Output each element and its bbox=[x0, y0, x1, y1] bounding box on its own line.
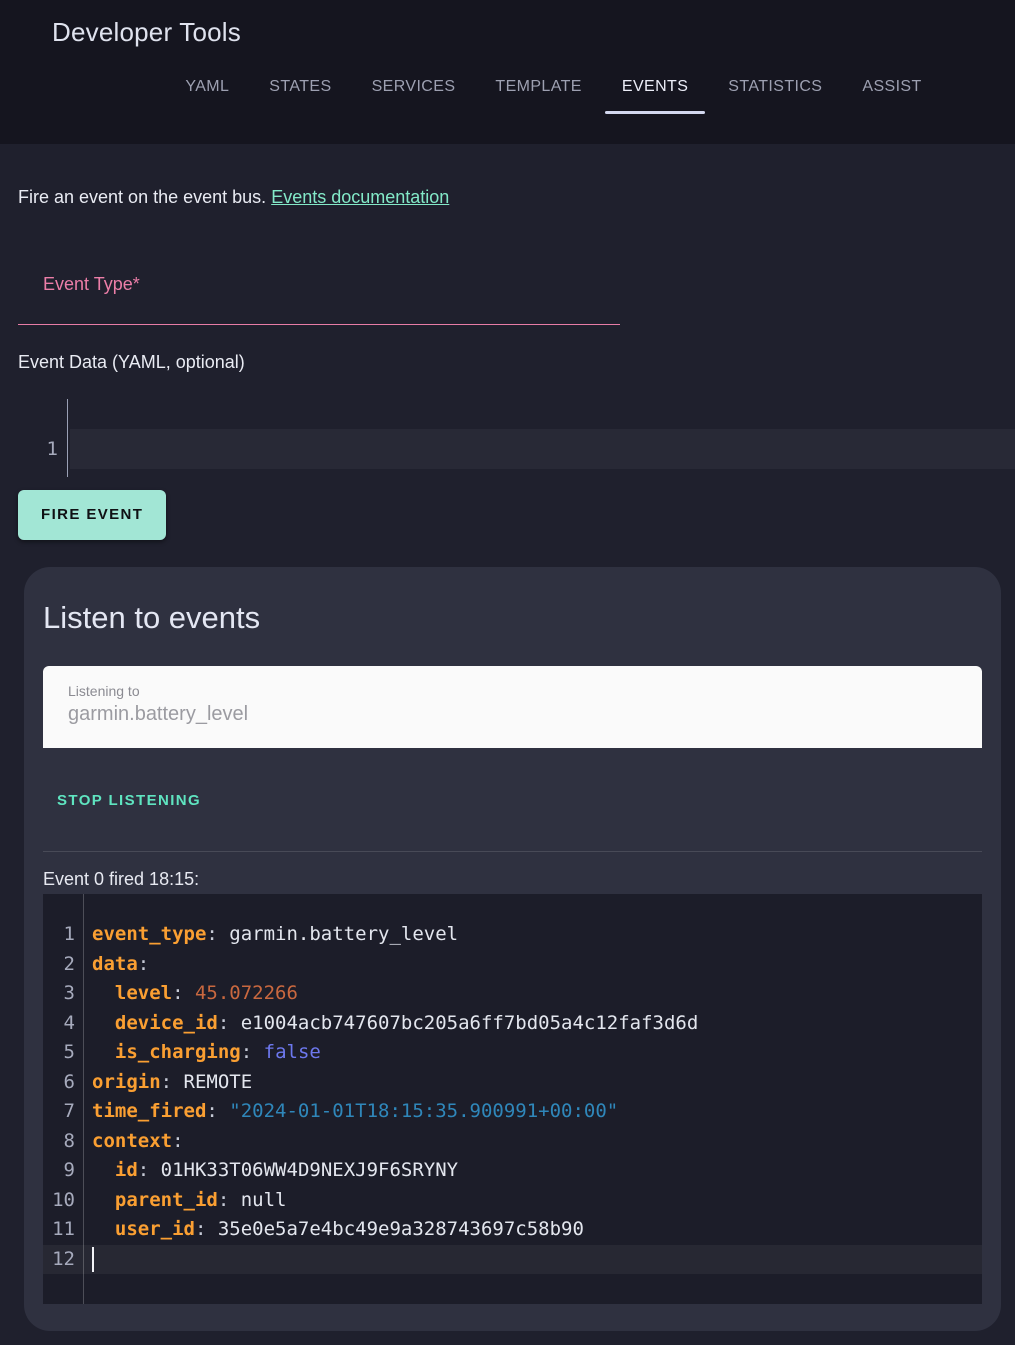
event-code-rows: 1event_type: garmin.battery_level2data:3… bbox=[43, 920, 982, 1274]
code-line-11: 11user_id: 35e0e5a7e4bc49e9a328743697c58… bbox=[43, 1215, 982, 1245]
tab-yaml[interactable]: YAML bbox=[168, 63, 246, 115]
code-line-number: 8 bbox=[43, 1127, 83, 1157]
code-line-number: 4 bbox=[43, 1009, 83, 1039]
fire-event-section: Fire an event on the event bus. Events d… bbox=[0, 144, 1015, 540]
tab-states[interactable]: STATES bbox=[252, 63, 348, 115]
code-line-number: 2 bbox=[43, 950, 83, 980]
tab-assist[interactable]: ASSIST bbox=[845, 63, 938, 115]
fire-event-button[interactable]: FIRE EVENT bbox=[18, 490, 166, 540]
tab-events[interactable]: EVENTS bbox=[605, 63, 705, 115]
editor-line-number: 1 bbox=[18, 429, 67, 469]
code-line-number: 12 bbox=[43, 1245, 83, 1275]
code-line-12: 12 bbox=[43, 1245, 982, 1275]
events-documentation-link[interactable]: Events documentation bbox=[271, 187, 449, 207]
code-line-8: 8context: bbox=[43, 1127, 982, 1157]
editor-active-line bbox=[70, 429, 1015, 469]
event-type-label: Event Type* bbox=[18, 252, 620, 295]
tab-bar: YAMLSTATESSERVICESTEMPLATEEVENTSSTATISTI… bbox=[0, 63, 1015, 115]
listening-to-label: Listening to bbox=[68, 683, 982, 699]
intro-text: Fire an event on the event bus. Events d… bbox=[18, 144, 997, 208]
listen-card-title: Listen to events bbox=[43, 567, 982, 636]
page-title: Developer Tools bbox=[0, 0, 1015, 48]
code-line-4: 4device_id: e1004acb747607bc205a6ff7bd05… bbox=[43, 1009, 982, 1039]
code-line-6: 6origin: REMOTE bbox=[43, 1068, 982, 1098]
listening-to-input[interactable]: Listening to garmin.battery_level bbox=[43, 666, 982, 748]
listen-to-events-card: Listen to events Listening to garmin.bat… bbox=[24, 567, 1001, 1331]
code-line-9: 9id: 01HK33T06WW4D9NEXJ9F6SRYNY bbox=[43, 1156, 982, 1186]
code-line-7: 7time_fired: "2024-01-01T18:15:35.900991… bbox=[43, 1097, 982, 1127]
code-line-number: 11 bbox=[43, 1215, 83, 1245]
code-line-10: 10parent_id: null bbox=[43, 1186, 982, 1216]
tab-statistics[interactable]: STATISTICS bbox=[711, 63, 839, 115]
editor-gutter: 1 bbox=[18, 399, 68, 477]
intro-description: Fire an event on the event bus. bbox=[18, 187, 266, 207]
tab-template[interactable]: TEMPLATE bbox=[478, 63, 598, 115]
event-fired-header: Event 0 fired 18:15: bbox=[43, 869, 982, 890]
stop-listening-button[interactable]: STOP LISTENING bbox=[57, 792, 201, 809]
event-data-label: Event Data (YAML, optional) bbox=[18, 352, 997, 373]
code-line-1: 1event_type: garmin.battery_level bbox=[43, 920, 982, 950]
app-header: Developer Tools YAMLSTATESSERVICESTEMPLA… bbox=[0, 0, 1015, 144]
code-line-number: 9 bbox=[43, 1156, 83, 1186]
code-line-number: 10 bbox=[43, 1186, 83, 1216]
code-line-number: 6 bbox=[43, 1068, 83, 1098]
code-line-2: 2data: bbox=[43, 950, 982, 980]
code-line-number: 5 bbox=[43, 1038, 83, 1068]
code-line-3: 3level: 45.072266 bbox=[43, 979, 982, 1009]
code-line-number: 3 bbox=[43, 979, 83, 1009]
card-divider bbox=[43, 851, 982, 852]
code-line-5: 5is_charging: false bbox=[43, 1038, 982, 1068]
event-type-input[interactable]: Event Type* bbox=[18, 252, 620, 325]
code-line-number: 7 bbox=[43, 1097, 83, 1127]
code-line-number: 1 bbox=[43, 920, 83, 950]
event-output-code[interactable]: 1event_type: garmin.battery_level2data:3… bbox=[43, 894, 982, 1304]
tab-services[interactable]: SERVICES bbox=[355, 63, 473, 115]
text-cursor bbox=[92, 1247, 94, 1272]
listening-to-value: garmin.battery_level bbox=[68, 703, 982, 726]
event-data-editor[interactable]: 1 bbox=[18, 399, 1015, 477]
